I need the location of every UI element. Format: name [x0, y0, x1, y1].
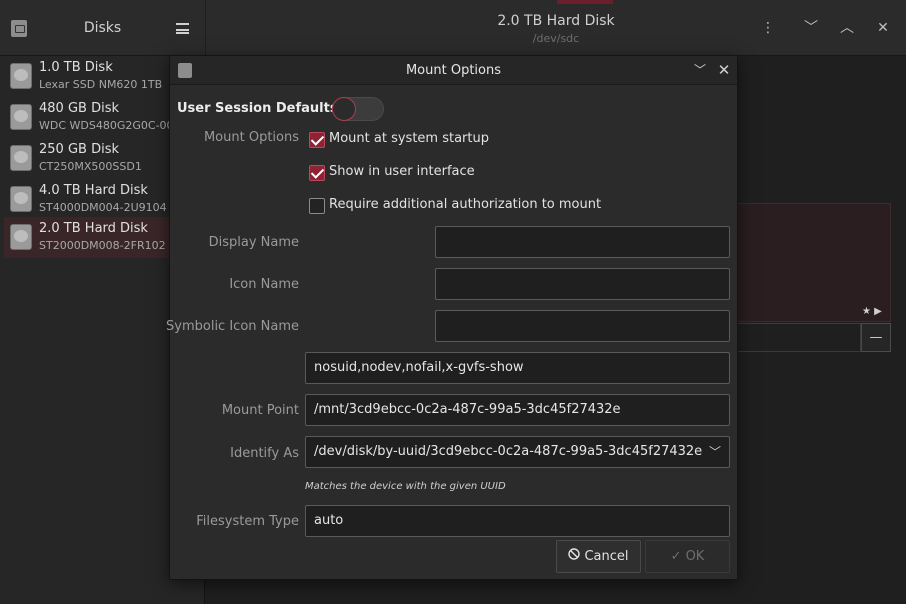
filesystem-type-field[interactable]: auto — [305, 505, 730, 537]
disk-title: 2.0 TB Hard Disk — [39, 221, 148, 236]
checkmark-icon: ✓ — [670, 549, 682, 564]
volume-map — [736, 203, 891, 322]
kebab-menu-icon[interactable]: ⋮ — [758, 18, 778, 38]
disk-subtitle: Lexar SSD NM620 1TB — [39, 78, 163, 91]
mount-point-field[interactable]: /mnt/3cd9ebcc-0c2a-487c-99a5-3dc45f27432… — [305, 394, 730, 426]
volume-field — [736, 323, 861, 352]
dialog-title: Mount Options — [405, 63, 502, 78]
icon-name-field[interactable] — [435, 268, 730, 300]
mount-at-startup-label[interactable]: Mount at system startup — [329, 131, 489, 146]
identify-as-value: /dev/disk/by-uuid/3cd9ebcc-0c2a-487c-99a… — [314, 444, 703, 459]
show-in-ui-checkbox[interactable] — [309, 165, 325, 181]
disk-subtitle: WDC WDS480G2G0C-00A — [39, 119, 182, 132]
window-maximize-icon[interactable]: ︿ — [837, 18, 857, 38]
ok-button-label: OK — [685, 549, 705, 564]
remove-partition-button[interactable]: — — [861, 323, 891, 352]
filesystem-type-label: Filesystem Type — [196, 514, 299, 529]
disk-drive-icon — [10, 145, 32, 171]
cancel-icon — [568, 541, 581, 572]
identify-as-hint: Matches the device with the given UUID — [305, 481, 506, 492]
hamburger-menu-icon[interactable] — [176, 23, 189, 34]
window-close-icon[interactable]: ✕ — [873, 18, 893, 38]
disk-title: 1.0 TB Disk — [39, 60, 113, 75]
partition-actions-icon[interactable]: ★ ▶ — [862, 306, 882, 317]
toggle-knob — [332, 97, 356, 121]
dialog-minimize-icon[interactable]: ﹀ — [690, 60, 710, 80]
display-name-label: Display Name — [208, 235, 299, 250]
mount-options-dialog: Mount Options ﹀ ✕ User Session Defaults … — [166, 55, 738, 580]
disk-title: 250 GB Disk — [39, 142, 119, 157]
user-session-defaults-toggle[interactable] — [332, 97, 384, 121]
symbolic-icon-name-field[interactable] — [435, 310, 730, 342]
disk-title: 480 GB Disk — [39, 101, 119, 116]
mount-options-label: Mount Options — [203, 130, 299, 145]
disk-drive-icon — [10, 186, 32, 212]
disk-drive-icon — [10, 104, 32, 130]
mount-options-field[interactable]: nosuid,nodev,nofail,x-gvfs-show — [305, 352, 730, 384]
user-session-defaults-label: User Session Defaults — [177, 101, 338, 116]
disk-subtitle: ST4000DM004-2U9104 — [39, 201, 167, 214]
identify-as-label: Identify As — [230, 446, 299, 461]
mount-point-label: Mount Point — [221, 403, 299, 418]
chevron-down-icon: ﹀ — [708, 445, 721, 459]
disk-drive-icon — [10, 224, 32, 250]
display-name-field[interactable] — [435, 226, 730, 258]
icon-name-label: Icon Name — [229, 277, 299, 292]
disk-subtitle: ST2000DM008-2FR102 — [39, 239, 166, 252]
require-auth-checkbox[interactable] — [309, 198, 325, 214]
cancel-button-label: Cancel — [584, 549, 629, 564]
disk-drive-icon — [10, 63, 32, 89]
disk-title: 4.0 TB Hard Disk — [39, 183, 148, 198]
sidebar-title: Disks — [83, 20, 122, 36]
disk-subtitle: CT250MX500SSD1 — [39, 160, 142, 173]
symbolic-icon-name-label: Symbolic Icon Name — [166, 319, 299, 334]
window-minimize-icon[interactable]: ﹀ — [801, 18, 821, 38]
require-auth-label[interactable]: Require additional authorization to moun… — [329, 197, 601, 212]
mount-at-startup-checkbox[interactable] — [309, 132, 325, 148]
identify-as-combobox[interactable]: /dev/disk/by-uuid/3cd9ebcc-0c2a-487c-99a… — [305, 436, 730, 468]
cancel-button[interactable]: Cancel — [556, 540, 641, 573]
dialog-close-icon[interactable]: ✕ — [714, 60, 734, 80]
show-in-ui-label[interactable]: Show in user interface — [329, 164, 475, 179]
active-tab-accent — [557, 0, 613, 4]
ok-button[interactable]: ✓ OK — [645, 540, 730, 573]
